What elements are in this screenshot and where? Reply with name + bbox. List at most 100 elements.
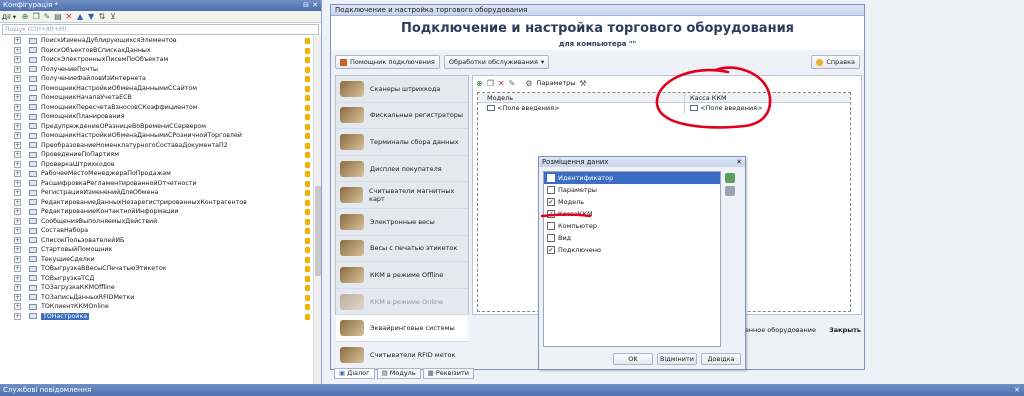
expand-icon[interactable]: + bbox=[14, 236, 21, 244]
checkbox[interactable]: ✓ bbox=[547, 198, 555, 206]
expand-icon[interactable]: + bbox=[14, 284, 21, 292]
expand-icon[interactable]: + bbox=[14, 151, 21, 159]
edit-icon[interactable]: ✎ bbox=[42, 12, 52, 22]
expand-icon[interactable]: + bbox=[14, 113, 21, 121]
assistant-button[interactable]: Помощник подключения bbox=[335, 55, 440, 69]
expand-icon[interactable]: + bbox=[14, 170, 21, 178]
expand-icon[interactable]: + bbox=[14, 303, 21, 311]
ok-button[interactable]: OK bbox=[613, 353, 653, 365]
expand-icon[interactable]: + bbox=[14, 189, 21, 197]
equipment-category[interactable]: Терминалы сбора данных bbox=[336, 129, 468, 156]
equipment-category[interactable]: ККМ в режиме Online bbox=[336, 289, 468, 316]
tree-item[interactable]: + ПолучениеПочты bbox=[0, 65, 310, 75]
copy-icon[interactable]: ❐ bbox=[31, 12, 41, 22]
tree-item[interactable]: + СтартовыйПомощник bbox=[0, 245, 310, 255]
tree-item[interactable]: + ТОВыгрузкаТСД bbox=[0, 274, 310, 284]
column-model[interactable]: Модель bbox=[487, 94, 513, 102]
filter-icon[interactable]: ⊻ bbox=[108, 12, 118, 22]
close-icon[interactable]: ✕ bbox=[736, 157, 742, 167]
parameters-link[interactable]: Параметры bbox=[536, 79, 575, 87]
table-row[interactable]: <Поле введения> <Поле введения> bbox=[478, 103, 850, 114]
sort-icon[interactable]: ⇅ bbox=[97, 12, 107, 22]
expand-icon[interactable]: + bbox=[14, 198, 21, 206]
tree-item[interactable]: + ПоискЭлектронныхПисемПоОбъектам bbox=[0, 55, 310, 65]
tree-item[interactable]: + ТОНастройка bbox=[0, 312, 310, 322]
expand-icon[interactable]: + bbox=[14, 75, 21, 83]
expand-icon[interactable]: + bbox=[14, 293, 21, 301]
tree-item[interactable]: + ПомощникПересчетаВзносовСКоэффициентом bbox=[0, 103, 310, 113]
equipment-category[interactable]: Весы с печатью этикеток bbox=[336, 236, 468, 263]
tree-item[interactable]: + РедактированиеДанныхНезарегистрированны… bbox=[0, 198, 310, 208]
help-button[interactable]: Довідка bbox=[701, 353, 741, 365]
data-field-item[interactable]: Параметры bbox=[544, 184, 720, 196]
tree-item[interactable]: + РегистрацияИзмененийДляОбмена bbox=[0, 188, 310, 198]
data-field-item[interactable]: Компьютер bbox=[544, 220, 720, 232]
refresh-icon[interactable] bbox=[725, 173, 735, 183]
add-icon[interactable]: ⊕ bbox=[20, 12, 30, 22]
pin-icon[interactable]: ⊟ bbox=[303, 0, 309, 11]
expand-icon[interactable]: + bbox=[14, 274, 21, 282]
actions-menu[interactable]: Дії ▾ bbox=[2, 13, 16, 21]
tree-item[interactable]: + ПроверкаШтрихкодов bbox=[0, 160, 310, 170]
expand-icon[interactable]: + bbox=[14, 179, 21, 187]
move-up-icon[interactable]: ▲ bbox=[75, 12, 85, 22]
tree-item[interactable]: + ПоискОбъектовВСпискахДанных bbox=[0, 46, 310, 56]
configure-icon[interactable]: ⚒ bbox=[579, 79, 586, 88]
close-icon[interactable]: ✕ bbox=[312, 0, 318, 11]
expand-icon[interactable]: + bbox=[14, 37, 21, 45]
tree-item[interactable]: + ПомощникНастройкиОбменаДаннымиССайтом bbox=[0, 84, 310, 94]
checkbox[interactable] bbox=[547, 186, 555, 194]
tree-item[interactable]: + ПоискИзменаДублирующихсяЭлементов bbox=[0, 36, 310, 46]
tree-item[interactable]: + ПомощникНачалаУчетаЕСВ bbox=[0, 93, 310, 103]
checkbox[interactable] bbox=[547, 222, 555, 230]
cell-kassa[interactable]: <Поле введения> bbox=[690, 104, 763, 112]
expand-icon[interactable]: + bbox=[14, 65, 21, 73]
expand-icon[interactable]: + bbox=[14, 103, 21, 111]
expand-icon[interactable]: + bbox=[14, 312, 21, 320]
data-field-item[interactable]: ✓ КассаККМ bbox=[544, 208, 720, 220]
tree-item[interactable]: + ПолучениеФайловИзИнтернета bbox=[0, 74, 310, 84]
processing-menu-button[interactable]: Обработки обслуживания ▾ bbox=[443, 55, 550, 69]
tree-item[interactable]: + ПроведениеПоПартиям bbox=[0, 150, 310, 160]
expand-icon[interactable]: + bbox=[14, 46, 21, 54]
checkbox[interactable]: ✓ bbox=[547, 210, 555, 218]
copy-row-icon[interactable]: ❐ bbox=[487, 79, 494, 88]
tree-item[interactable]: + ПомощникНастройкиОбменаДаннымиСРознично… bbox=[0, 131, 310, 141]
tab-attributes[interactable]: ▦ Реквізити bbox=[422, 368, 474, 379]
expand-icon[interactable]: + bbox=[14, 132, 21, 140]
equipment-category[interactable]: Считыватели RFID меток bbox=[336, 342, 468, 369]
expand-icon[interactable]: + bbox=[14, 227, 21, 235]
equipment-category[interactable]: Электронные весы bbox=[336, 209, 468, 236]
tree-item[interactable]: + РасшифровкаРегламентированнойОтчетности bbox=[0, 179, 310, 189]
tree-item[interactable]: + ТекущиеСделки bbox=[0, 255, 310, 265]
expand-icon[interactable]: + bbox=[14, 208, 21, 216]
equipment-category[interactable]: Фискальные регистраторы bbox=[336, 103, 468, 130]
checkbox[interactable] bbox=[547, 174, 555, 182]
scrollbar[interactable] bbox=[313, 36, 321, 384]
equipment-category[interactable]: ККМ в режиме Offline bbox=[336, 262, 468, 289]
cancel-button[interactable]: Відмінити bbox=[657, 353, 697, 365]
equipment-category[interactable]: Дисплеи покупателя bbox=[336, 156, 468, 183]
help-button[interactable]: Справка bbox=[811, 55, 860, 69]
tree-item[interactable]: + ПреобразованиеНоменклатурногоСоставаДок… bbox=[0, 141, 310, 151]
expand-icon[interactable]: + bbox=[14, 246, 21, 254]
tree-item[interactable]: + ТОКлиентККМOnline bbox=[0, 302, 310, 312]
expand-icon[interactable]: + bbox=[14, 217, 21, 225]
add-row-icon[interactable]: ⊕ bbox=[476, 79, 483, 88]
checkbox[interactable]: ✓ bbox=[547, 246, 555, 254]
expand-icon[interactable]: + bbox=[14, 94, 21, 102]
scrollbar-thumb[interactable] bbox=[315, 186, 321, 276]
equipment-category[interactable]: Считыватели магнитных карт bbox=[336, 182, 468, 209]
tree-item[interactable]: + РабочееМестоМенеджераПоПродажам bbox=[0, 169, 310, 179]
edit-row-icon[interactable]: ✎ bbox=[509, 79, 516, 88]
tree-item[interactable]: + ПомощникПланирования bbox=[0, 112, 310, 122]
expand-icon[interactable]: + bbox=[14, 265, 21, 273]
tree-item[interactable]: + ПредупреждениеОРазницеВоВремениССерверо… bbox=[0, 122, 310, 132]
expand-icon[interactable]: + bbox=[14, 255, 21, 263]
equipment-category[interactable]: Сканеры штрихкода bbox=[336, 76, 468, 103]
close-icon[interactable]: ✕ bbox=[1014, 384, 1020, 396]
properties-icon[interactable]: ▤ bbox=[53, 12, 63, 22]
delete-row-icon[interactable]: ✕ bbox=[498, 79, 505, 88]
tree-item[interactable]: + РедактированиеКонтактнойИнформации bbox=[0, 207, 310, 217]
tree-item[interactable]: + ТОВыгрузкаВВесыСПечатьюЭтикеток bbox=[0, 264, 310, 274]
